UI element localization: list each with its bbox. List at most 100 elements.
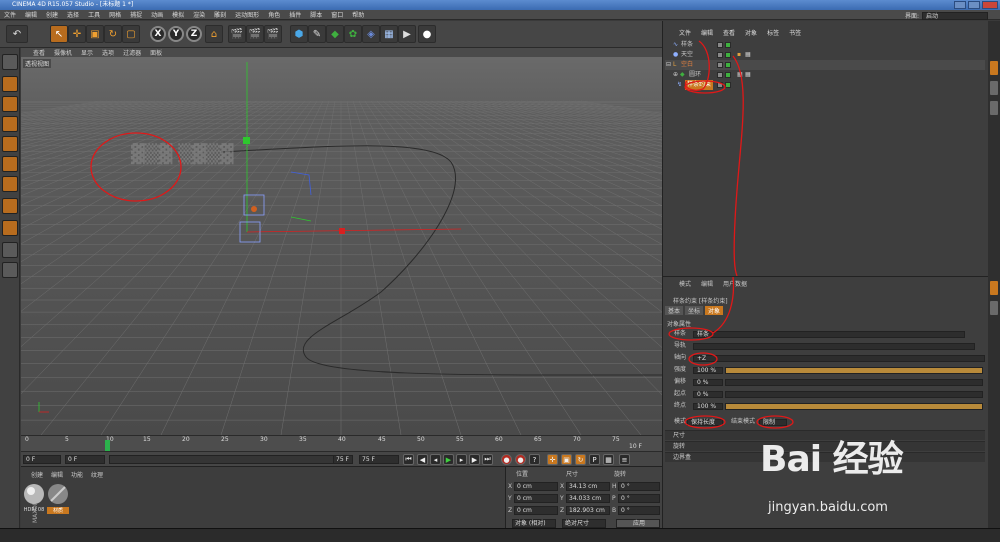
edit-render-settings-icon[interactable]: 🎬 (264, 25, 282, 43)
rotation-h-field[interactable]: 0 ° (618, 482, 660, 491)
subdivision-icon[interactable]: ◆ (326, 25, 344, 43)
material-menu-edit[interactable]: 编辑 (51, 470, 63, 479)
previous-key-icon[interactable]: ◀ (417, 454, 428, 465)
current-frame-field[interactable]: 0 F (23, 455, 61, 464)
material-swatch-hdri[interactable]: HDRI 08 (23, 483, 45, 513)
size-y-field[interactable]: 34.033 cm (566, 494, 610, 503)
position-x-field[interactable]: 0 cm (514, 482, 558, 491)
workplane-mode-icon[interactable] (2, 116, 18, 132)
material-menu-function[interactable]: 功能 (71, 470, 83, 479)
size-mode-dropdown[interactable]: 绝对尺寸 (562, 519, 606, 528)
make-editable-icon[interactable] (2, 54, 18, 70)
material-menu-create[interactable]: 创建 (31, 470, 43, 479)
size-z-field[interactable]: 182.903 cm (566, 506, 610, 515)
menu-mesh[interactable]: 网格 (109, 10, 121, 19)
min-frame-field[interactable]: 0 F (65, 455, 105, 464)
go-to-end-icon[interactable]: ⏭ (482, 454, 493, 465)
apply-button[interactable]: 应用 (616, 519, 660, 528)
play-icon[interactable]: ▶ (443, 454, 454, 465)
points-mode-icon[interactable] (2, 136, 18, 152)
material-menu-texture[interactable]: 纹理 (91, 470, 103, 479)
workplane-icon[interactable] (2, 262, 18, 278)
polygons-mode-icon[interactable] (2, 176, 18, 192)
tab-layers-side[interactable] (990, 301, 998, 315)
render-picture-icon[interactable]: 🎬 (246, 25, 264, 43)
coord-mode-dropdown[interactable]: 对象 (相对) (512, 519, 556, 528)
menu-character[interactable]: 角色 (268, 10, 280, 19)
viewport-menu-options[interactable]: 选项 (102, 48, 114, 57)
size-x-field[interactable]: 34.13 cm (566, 482, 610, 491)
menu-render[interactable]: 渲染 (193, 10, 205, 19)
range-slider[interactable] (109, 455, 349, 464)
texture-mode-icon[interactable] (2, 96, 18, 112)
pen-spline-icon[interactable]: ✎ (308, 25, 326, 43)
axis-mode-icon[interactable] (2, 198, 18, 214)
rotation-b-field[interactable]: 0 ° (618, 506, 660, 515)
key-parameter-icon[interactable]: P (589, 454, 600, 465)
edges-mode-icon[interactable] (2, 156, 18, 172)
recent-tool-icon[interactable]: ▢ (122, 25, 140, 43)
menu-animate[interactable]: 动画 (151, 10, 163, 19)
autokey-icon[interactable]: ● (515, 454, 526, 465)
menu-window[interactable]: 窗口 (331, 10, 343, 19)
model-mode-icon[interactable] (2, 76, 18, 92)
menu-sculpt[interactable]: 雕刻 (214, 10, 226, 19)
key-scale-icon[interactable]: ▣ (561, 454, 572, 465)
viewport-menu-view[interactable]: 查看 (33, 48, 45, 57)
next-frame-icon[interactable]: ▸ (456, 454, 467, 465)
tab-structure-side[interactable] (990, 101, 998, 115)
key-rotation-icon[interactable]: ↻ (575, 454, 586, 465)
rotation-p-field[interactable]: 0 ° (618, 494, 660, 503)
viewport-menu-camera[interactable]: 摄像机 (54, 48, 72, 57)
timeline-playhead[interactable] (105, 440, 110, 451)
y-axis-icon[interactable]: Y (168, 26, 184, 42)
next-key-icon[interactable]: ▶ (469, 454, 480, 465)
timeline[interactable]: 0 5 10 15 20 25 30 35 40 45 50 55 60 65 … (21, 435, 662, 451)
previous-frame-icon[interactable]: ◂ (430, 454, 441, 465)
key-pla-icon[interactable]: ▦ (603, 454, 614, 465)
viewport-menu-panel[interactable]: 面板 (150, 48, 162, 57)
camera-icon[interactable]: ▶ (398, 25, 416, 43)
material-swatch-selected[interactable]: 材质 (47, 483, 69, 514)
z-axis-icon[interactable]: Z (186, 26, 202, 42)
undo-icon[interactable]: ↶ (6, 25, 28, 43)
viewport-menu-filter[interactable]: 过滤器 (123, 48, 141, 57)
go-to-start-icon[interactable]: ⏮ (403, 454, 414, 465)
floor-icon[interactable]: ▦ (380, 25, 398, 43)
menu-script[interactable]: 脚本 (310, 10, 322, 19)
keyframe-selection-icon[interactable]: ? (529, 454, 540, 465)
key-position-icon[interactable]: ✛ (547, 454, 558, 465)
menu-snap[interactable]: 捕捉 (130, 10, 142, 19)
minimize-button[interactable] (954, 1, 966, 9)
menu-select[interactable]: 选择 (67, 10, 79, 19)
layout-dropdown[interactable]: 启动 (922, 11, 988, 20)
x-axis-handle[interactable] (339, 228, 345, 234)
menu-create[interactable]: 创建 (46, 10, 58, 19)
select-arrow-icon[interactable]: ↖ (50, 25, 68, 43)
world-coord-icon[interactable]: ⌂ (205, 25, 223, 43)
array-icon[interactable]: ✿ (344, 25, 362, 43)
viewport-menu-display[interactable]: 显示 (81, 48, 93, 57)
menu-edit[interactable]: 编辑 (25, 10, 37, 19)
tweak-mode-icon[interactable] (2, 220, 18, 236)
menu-tools[interactable]: 工具 (88, 10, 100, 19)
position-y-field[interactable]: 0 cm (514, 494, 558, 503)
render-view-icon[interactable]: 🎬 (228, 25, 246, 43)
deformer-icon[interactable]: ◈ (362, 25, 380, 43)
max-frame-field[interactable]: 75 F (333, 455, 353, 464)
scale-icon[interactable]: ▣ (86, 25, 104, 43)
tab-content-browser-side[interactable] (990, 81, 998, 95)
menu-plugins[interactable]: 插件 (289, 10, 301, 19)
light-icon[interactable]: ● (418, 25, 436, 43)
rotate-icon[interactable]: ↻ (104, 25, 122, 43)
tab-attributes-side[interactable] (990, 281, 998, 295)
snap-icon[interactable] (2, 242, 18, 258)
torus-object[interactable] (251, 206, 257, 212)
menu-mograph[interactable]: 运动图形 (235, 10, 259, 19)
cube-icon[interactable]: ⬢ (290, 25, 308, 43)
position-z-field[interactable]: 0 cm (514, 506, 558, 515)
menu-simulate[interactable]: 模拟 (172, 10, 184, 19)
x-axis-icon[interactable]: X (150, 26, 166, 42)
menu-file[interactable]: 文件 (4, 10, 16, 19)
preview-max-field[interactable]: 75 F (359, 455, 399, 464)
